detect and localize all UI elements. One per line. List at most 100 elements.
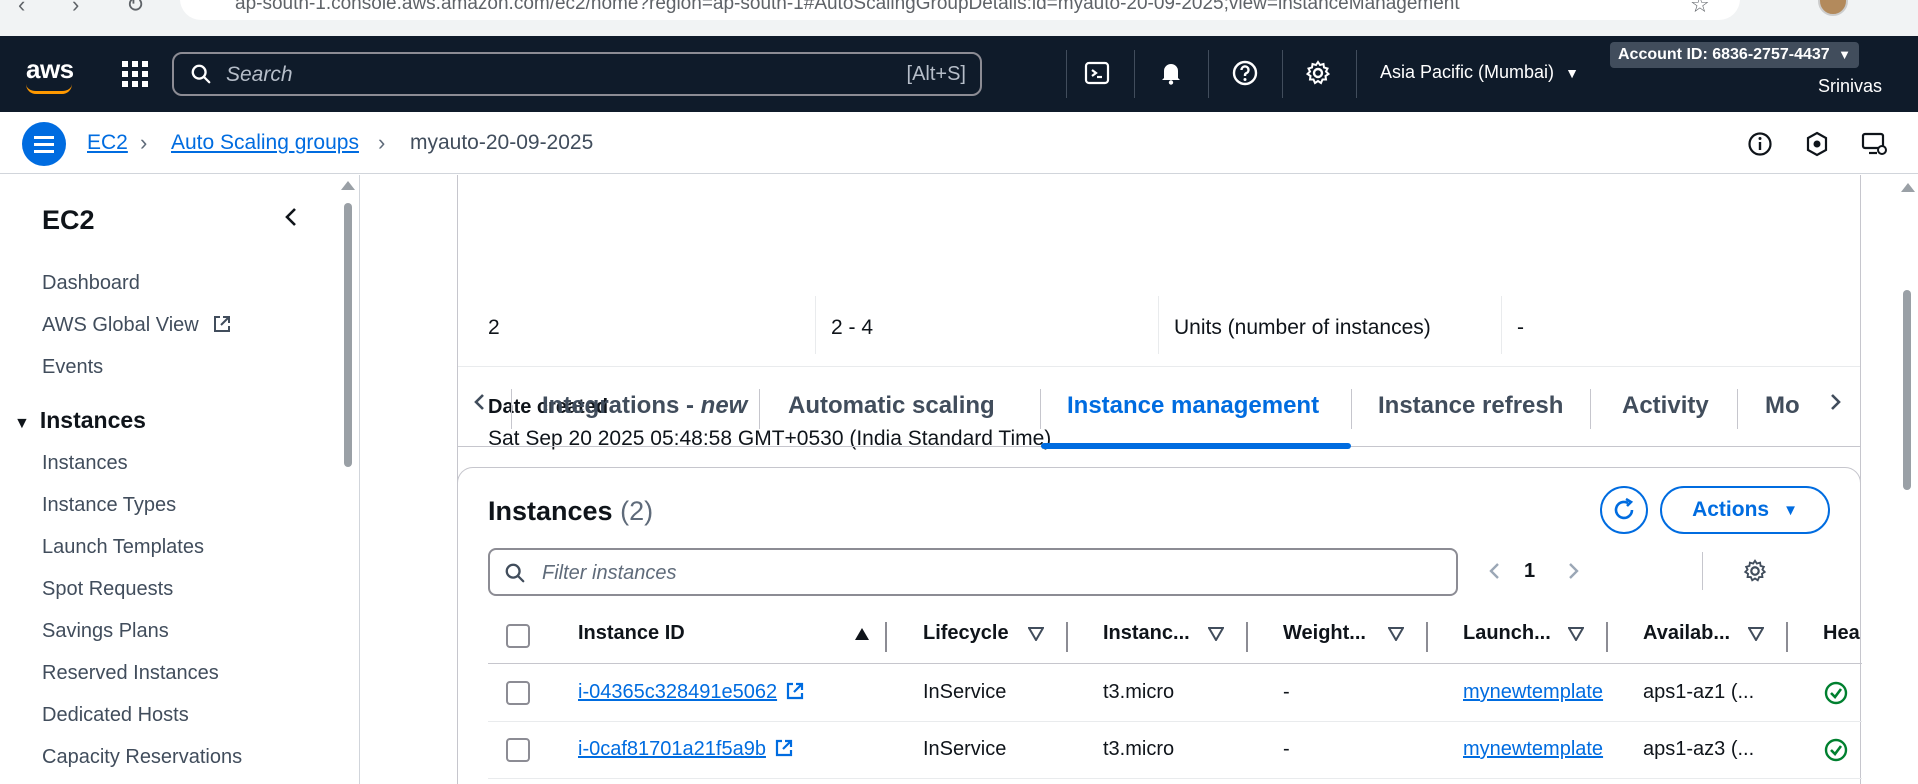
- launch-template-link[interactable]: mynewtemplate: [1463, 738, 1613, 761]
- reload-icon[interactable]: ↻: [126, 0, 144, 18]
- tab-instance-refresh[interactable]: Instance refresh: [1378, 365, 1563, 447]
- search-box[interactable]: [Alt+S]: [172, 52, 982, 96]
- sort-descending-icon[interactable]: [1206, 624, 1226, 644]
- account-id: Account ID: 6836-2757-4437: [1618, 46, 1830, 63]
- cloudshell-icon[interactable]: [1080, 56, 1114, 90]
- tab-activity[interactable]: Activity: [1622, 365, 1709, 447]
- other-value: -: [1517, 316, 1524, 339]
- chevron-right-icon: ›: [378, 130, 386, 155]
- help-icon[interactable]: [1228, 56, 1262, 90]
- instances-title: Instances: [488, 496, 613, 526]
- scroll-up-arrow-icon[interactable]: [1901, 183, 1915, 192]
- profile-avatar[interactable]: [1818, 0, 1848, 16]
- lifecycle-cell: InService: [923, 738, 1007, 760]
- refresh-button[interactable]: [1600, 486, 1648, 534]
- user-name[interactable]: Srinivas: [1818, 76, 1882, 97]
- search-icon: [505, 563, 525, 583]
- breadcrumb-auto-scaling-groups[interactable]: Auto Scaling groups: [171, 131, 359, 155]
- current-page-number[interactable]: 1: [1524, 560, 1535, 583]
- region-selector[interactable]: Asia Pacific (Mumbai) ▼: [1380, 62, 1579, 83]
- tab-automatic-scaling[interactable]: Automatic scaling: [788, 365, 995, 447]
- column-header-health[interactable]: Hea: [1823, 622, 1862, 645]
- browser-toolbar: ‹ › ↻ ap-south-1.console.aws.amazon.com/…: [0, 0, 1918, 36]
- sort-descending-icon[interactable]: [1746, 624, 1766, 644]
- caret-down-icon: ▼: [14, 415, 30, 432]
- column-header-lifecycle[interactable]: Lifecycle: [923, 622, 1009, 645]
- table-row: i-0caf81701a21f5a9b InService t3.micro -…: [488, 722, 1862, 779]
- aws-top-navigation: aws [Alt+S] Asia Pacific (Mumbai) ▼ Acco…: [0, 36, 1918, 112]
- filter-box[interactable]: [488, 548, 1458, 596]
- sidebar-item-savings-plans[interactable]: Savings Plans: [42, 620, 169, 643]
- display-settings-icon[interactable]: [1859, 129, 1889, 159]
- search-input[interactable]: [226, 63, 826, 87]
- settings-gear-icon[interactable]: [1301, 56, 1335, 90]
- select-all-checkbox[interactable]: [506, 624, 530, 648]
- search-icon: [191, 64, 211, 84]
- row-select-checkbox[interactable]: [506, 681, 530, 705]
- tab-integrations[interactable]: Integrations - new: [542, 365, 747, 447]
- column-header-launch-template[interactable]: Launch...: [1463, 622, 1551, 645]
- security-shield-icon[interactable]: [1802, 129, 1832, 159]
- sidebar-item-reserved-instances[interactable]: Reserved Instances: [42, 662, 219, 685]
- sort-descending-icon[interactable]: [1386, 624, 1406, 644]
- tab-instance-management[interactable]: Instance management: [1067, 365, 1319, 447]
- filter-instances-input[interactable]: [542, 561, 1422, 585]
- tab-new-badge: new: [700, 392, 748, 419]
- breadcrumb-ec2[interactable]: EC2: [87, 131, 128, 155]
- sidebar-item-dashboard[interactable]: Dashboard: [42, 272, 140, 295]
- instance-id-link[interactable]: i-04365c328491e5062: [578, 681, 805, 704]
- sidebar-item-launch-templates[interactable]: Launch Templates: [42, 536, 204, 559]
- availability-zone-cell: aps1-az1 (...: [1643, 681, 1755, 703]
- back-icon[interactable]: ‹: [18, 0, 25, 18]
- caret-down-icon: ▼: [1783, 501, 1798, 519]
- column-header-instance-id[interactable]: Instance ID: [578, 622, 685, 645]
- sort-descending-icon[interactable]: [1026, 624, 1046, 644]
- sidebar-item-instance-types[interactable]: Instance Types: [42, 494, 176, 517]
- search-shortcut-hint: [Alt+S]: [906, 63, 966, 85]
- health-status-check-icon: [1824, 738, 1848, 762]
- desired-capacity-value: 2: [488, 316, 500, 339]
- instance-id-link[interactable]: i-0caf81701a21f5a9b: [578, 738, 794, 761]
- hamburger-icon: [34, 142, 54, 146]
- actions-dropdown-button[interactable]: Actions ▼: [1660, 486, 1830, 534]
- ec2-sidebar: EC2 Dashboard AWS Global View Events ▼ In…: [0, 175, 360, 784]
- sidebar-section-instances[interactable]: ▼ Instances: [14, 407, 146, 434]
- row-select-checkbox[interactable]: [506, 738, 530, 762]
- notifications-bell-icon[interactable]: [1154, 56, 1188, 90]
- scroll-up-arrow-icon[interactable]: [341, 181, 355, 190]
- sidebar-scrollbar[interactable]: [344, 203, 352, 467]
- main-scrollbar[interactable]: [1903, 290, 1911, 490]
- sidebar-item-global-view[interactable]: AWS Global View: [42, 314, 232, 337]
- side-nav-toggle-button[interactable]: [22, 122, 66, 166]
- bookmark-star-icon[interactable]: ☆: [1690, 0, 1710, 18]
- sidebar-item-capacity-reservations[interactable]: Capacity Reservations: [42, 746, 242, 769]
- services-grid-icon[interactable]: [122, 61, 148, 87]
- sidebar-item-spot-requests[interactable]: Spot Requests: [42, 578, 173, 601]
- aws-logo[interactable]: aws: [26, 54, 74, 85]
- forward-icon[interactable]: ›: [72, 0, 79, 18]
- sort-ascending-icon[interactable]: [852, 624, 872, 644]
- sidebar-item-instances[interactable]: Instances: [42, 452, 128, 475]
- tab-monitoring[interactable]: Mo: [1765, 365, 1799, 447]
- account-menu[interactable]: Account ID: 6836-2757-4437 ▼: [1610, 42, 1859, 68]
- tabs-scroll-left-icon[interactable]: [465, 387, 495, 417]
- launch-template-link[interactable]: mynewtemplate: [1463, 681, 1613, 704]
- main-content: 2 2 - 4 Units (number of instances) - Da…: [361, 175, 1918, 784]
- url-text[interactable]: ap-south-1.console.aws.amazon.com/ec2/ho…: [235, 0, 1460, 15]
- instances-panel: Instances (2) Actions ▼ 1 Instance ID Lif…: [457, 467, 1862, 784]
- collapse-sidebar-icon[interactable]: [280, 205, 304, 229]
- column-header-instance-type[interactable]: Instanc...: [1103, 622, 1190, 645]
- detail-tabs: Integrations - new Automatic scaling Ins…: [457, 365, 1861, 449]
- previous-page-icon[interactable]: [1482, 558, 1508, 584]
- next-page-icon[interactable]: [1560, 558, 1586, 584]
- info-icon[interactable]: [1745, 129, 1775, 159]
- table-header-row: Instance ID Lifecycle Instanc... Weight.…: [488, 608, 1862, 664]
- sidebar-item-events[interactable]: Events: [42, 356, 103, 379]
- column-header-availability-zone[interactable]: Availab...: [1643, 622, 1730, 645]
- sort-descending-icon[interactable]: [1566, 624, 1586, 644]
- table-preferences-button[interactable]: [1740, 556, 1770, 586]
- breadcrumb-current: myauto-20-09-2025: [410, 131, 594, 154]
- sidebar-item-dedicated-hosts[interactable]: Dedicated Hosts: [42, 704, 189, 727]
- tabs-scroll-right-icon[interactable]: [1820, 387, 1850, 417]
- column-header-weighted-capacity[interactable]: Weight...: [1283, 622, 1366, 645]
